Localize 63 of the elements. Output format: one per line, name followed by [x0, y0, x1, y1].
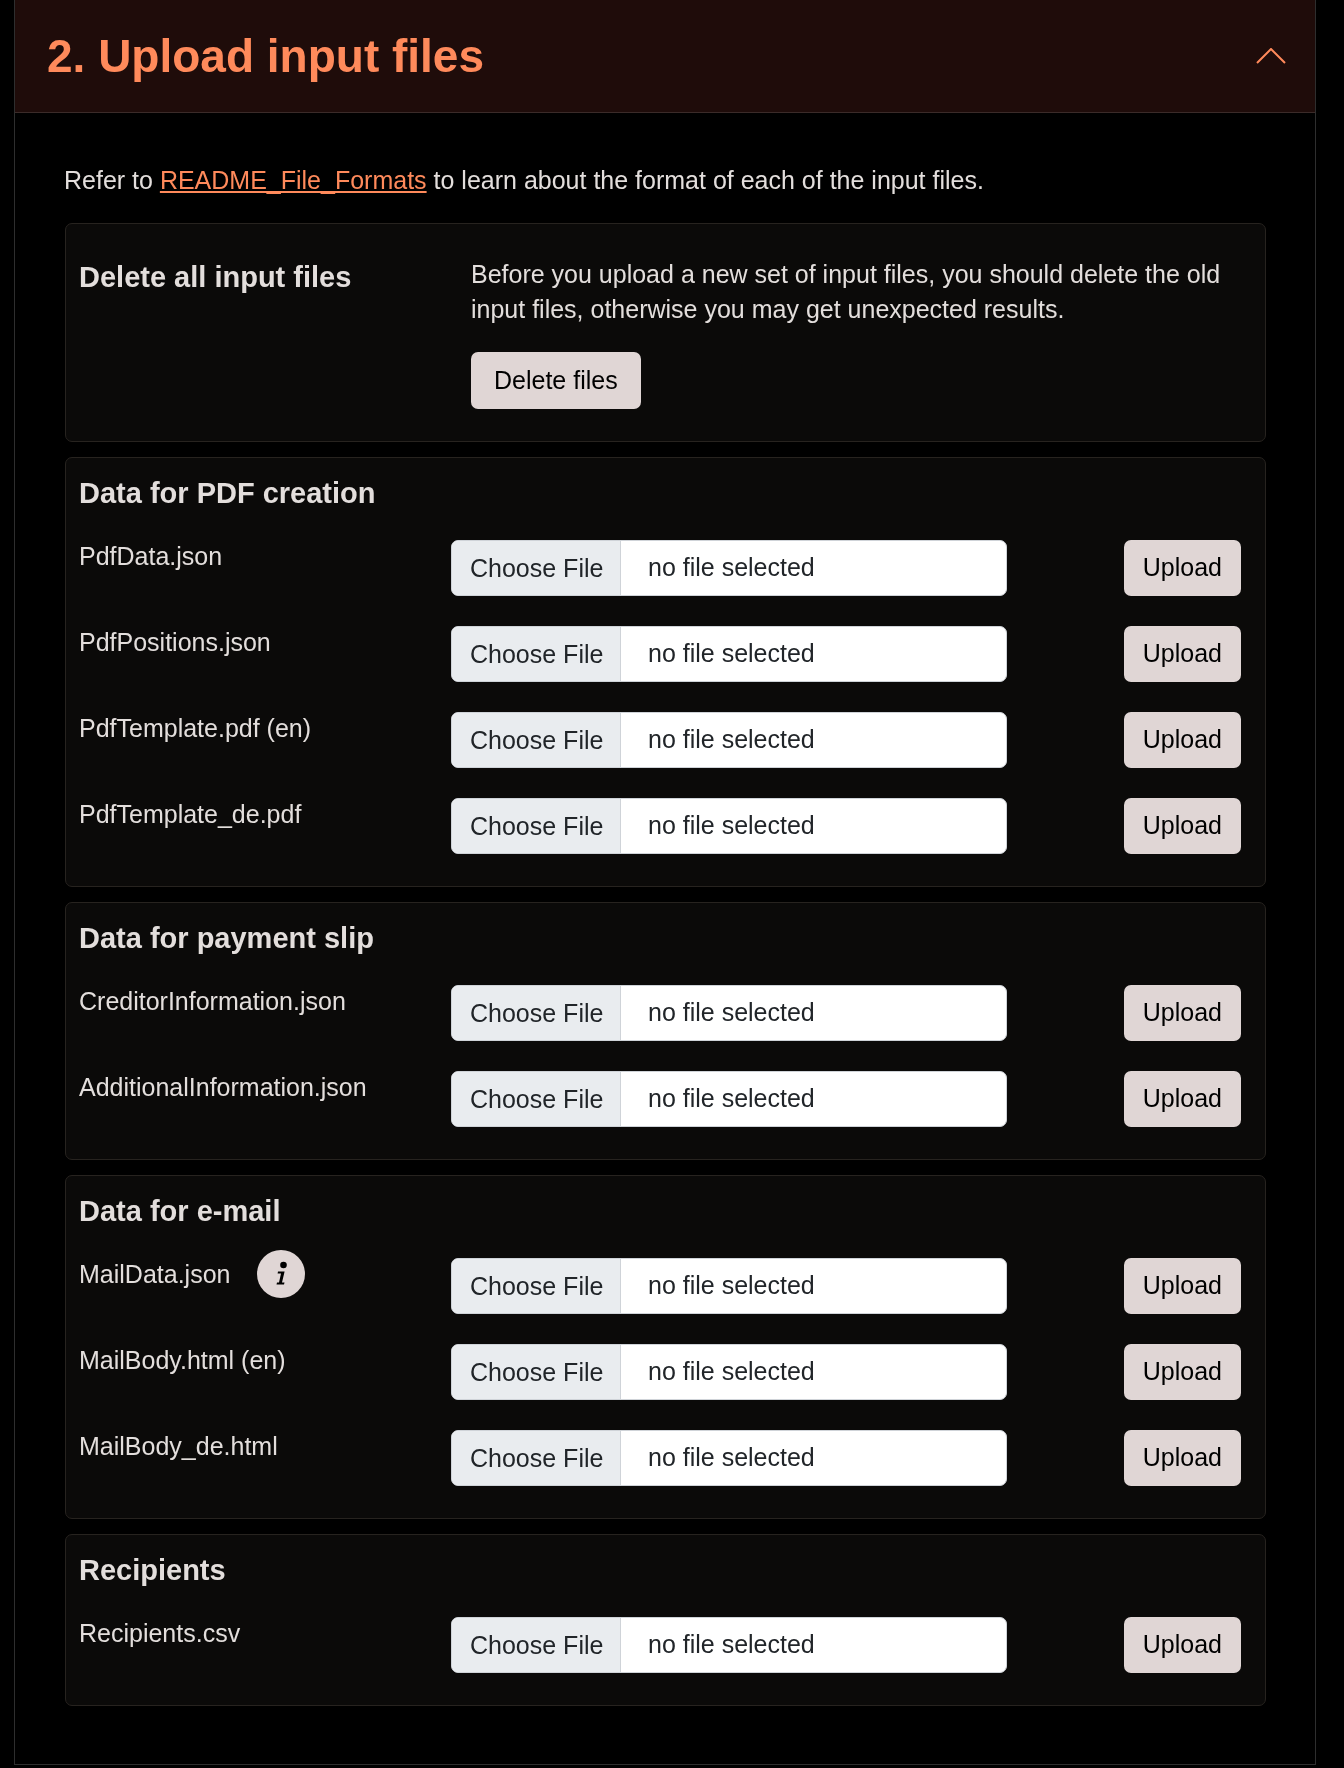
file-input-field[interactable]: Choose File no file selected: [451, 1430, 1007, 1486]
file-name-label: MailBody.html (en): [79, 1345, 286, 1376]
file-input-field[interactable]: Choose File no file selected: [451, 540, 1007, 596]
intro-text: Refer to README_File_Formats to learn about the format of each of the input files.: [64, 165, 985, 195]
file-status-text: no file selected: [647, 1442, 815, 1474]
choose-file-button[interactable]: Choose File: [452, 541, 621, 595]
upload-button[interactable]: Upload: [1123, 798, 1241, 854]
group-title: Data for e-mail: [79, 1195, 282, 1227]
upload-button[interactable]: Upload: [1123, 1617, 1241, 1673]
file-name-label: MailData.json: [79, 1259, 231, 1290]
upload-button[interactable]: Upload: [1123, 540, 1241, 596]
choose-file-button[interactable]: Choose File: [452, 627, 621, 681]
upload-button[interactable]: Upload: [1123, 626, 1241, 682]
upload-button[interactable]: Upload: [1123, 985, 1241, 1041]
file-name-label: PdfPositions.json: [79, 627, 271, 658]
file-status-text: no file selected: [647, 1629, 815, 1661]
group-title: Recipients: [79, 1554, 227, 1586]
file-input-field[interactable]: Choose File no file selected: [451, 1258, 1007, 1314]
file-status-text: no file selected: [647, 997, 815, 1029]
file-input-field[interactable]: Choose File no file selected: [451, 985, 1007, 1041]
group-title: Data for PDF creation: [79, 477, 377, 509]
choose-file-button[interactable]: Choose File: [452, 799, 621, 853]
info-icon[interactable]: [257, 1250, 306, 1298]
file-name-label: PdfData.json: [79, 541, 223, 572]
file-input-field[interactable]: Choose File no file selected: [451, 712, 1007, 768]
file-input-field[interactable]: Choose File no file selected: [451, 1617, 1007, 1673]
choose-file-button[interactable]: Choose File: [452, 986, 621, 1040]
upload-button[interactable]: Upload: [1123, 1344, 1241, 1400]
choose-file-button[interactable]: Choose File: [452, 1431, 621, 1485]
file-status-text: no file selected: [647, 724, 815, 756]
choose-file-button[interactable]: Choose File: [452, 713, 621, 767]
file-status-text: no file selected: [647, 638, 815, 670]
section-title: 2. Upload input files: [47, 30, 485, 82]
file-status-text: no file selected: [647, 810, 815, 842]
card-title: Delete all input files: [79, 261, 353, 295]
upload-button[interactable]: Upload: [1123, 712, 1241, 768]
file-input-field[interactable]: Choose File no file selected: [451, 1071, 1007, 1127]
section-header[interactable]: 2. Upload input files: [15, 0, 1315, 113]
file-name-label: MailBody_de.html: [79, 1431, 278, 1462]
file-name-label: PdfTemplate_de.pdf: [79, 799, 302, 830]
file-input-field[interactable]: Choose File no file selected: [451, 626, 1007, 682]
upload-button[interactable]: Upload: [1123, 1071, 1241, 1127]
file-status-text: no file selected: [647, 1356, 815, 1388]
upload-button[interactable]: Upload: [1123, 1430, 1241, 1486]
file-name-label: PdfTemplate.pdf (en): [79, 713, 312, 744]
readme-link[interactable]: README_File_Formats: [159, 166, 427, 194]
choose-file-button[interactable]: Choose File: [452, 1259, 621, 1313]
file-input-field[interactable]: Choose File no file selected: [451, 1344, 1007, 1400]
file-name-label: CreditorInformation.json: [79, 986, 346, 1017]
file-input-field[interactable]: Choose File no file selected: [451, 798, 1007, 854]
file-name-label: Recipients.csv: [79, 1618, 241, 1649]
choose-file-button[interactable]: Choose File: [452, 1345, 621, 1399]
file-status-text: no file selected: [647, 1083, 815, 1115]
choose-file-button[interactable]: Choose File: [452, 1618, 621, 1672]
group-title: Data for payment slip: [79, 922, 375, 954]
chevron-icon[interactable]: [1256, 48, 1286, 64]
choose-file-button[interactable]: Choose File: [452, 1072, 621, 1126]
description-text: Before you upload a new set of input files, you should delete the old input files, otherwise you may get unexpected results.: [471, 259, 1222, 325]
file-name-label: AdditionalInformation.json: [79, 1072, 367, 1103]
upload-button[interactable]: Upload: [1123, 1258, 1241, 1314]
file-status-text: no file selected: [647, 552, 815, 584]
file-status-text: no file selected: [647, 1270, 815, 1302]
delete-files-button[interactable]: Delete files: [471, 352, 641, 409]
